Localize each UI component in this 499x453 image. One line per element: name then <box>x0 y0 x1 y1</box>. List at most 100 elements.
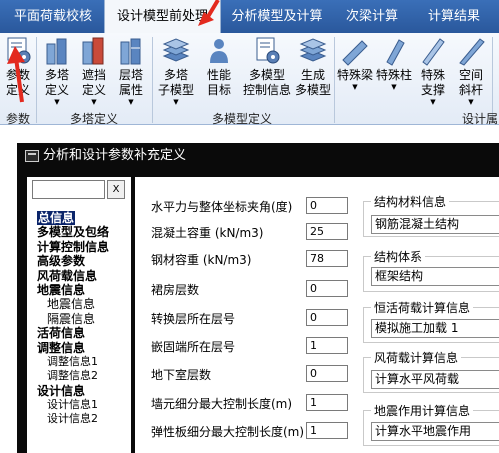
shelter-define-button[interactable]: 遮挡 定义 ▼ <box>77 36 111 106</box>
tab-design-model-preprocess[interactable]: 设计模型前处理 <box>104 0 221 33</box>
param-label: 水平力与整体坐标夹角(度) <box>151 200 293 214</box>
special-brace-button[interactable]: 特殊 支撑 ▼ <box>416 36 450 106</box>
floor-attr-icon <box>116 36 146 66</box>
chevron-down-icon: ▼ <box>352 83 358 91</box>
transfer-floor-input[interactable]: 0 <box>306 309 348 326</box>
embedded-end-floor-input[interactable]: 1 <box>306 337 348 354</box>
group-label-multimodel: 多模型定义 <box>212 112 273 126</box>
beam-icon <box>340 36 370 66</box>
chevron-down-icon: ▼ <box>54 98 60 106</box>
structure-system-select[interactable]: 框架结构 <box>371 267 499 286</box>
wind-load-calc-select[interactable]: 计算水平风荷载 <box>371 370 499 389</box>
param-label: 裙房层数 <box>151 283 200 297</box>
brace-icon <box>418 36 448 66</box>
tree-item-isolation-info[interactable]: 隔震信息 <box>27 312 131 326</box>
param-define-button[interactable]: 参数 定义 <box>2 36 34 106</box>
tree-item-adjustment-2[interactable]: 调整信息2 <box>27 369 131 383</box>
multimodel-control-label: 多模型 控制信息 <box>242 68 291 97</box>
person-icon <box>204 36 234 66</box>
group-label-design-attr: 设计​属 <box>462 112 499 126</box>
category-tree-pane: X 总信息 多模型及包络 计算控制信息 高级参数 风荷载信息 地震信息 地震信息… <box>27 177 131 453</box>
tree-item-design-1[interactable]: 设计信息1 <box>27 398 131 412</box>
horizontal-force-angle-input[interactable]: 0 <box>306 197 348 214</box>
special-beam-button[interactable]: 特殊梁 ▼ <box>336 36 374 106</box>
general-info-panel: 水平力与整体坐标夹角(度) 0 混凝土容重 (kN/m3) 25 钢材容重 (k… <box>135 177 499 453</box>
group-label-params: 参数 <box>6 112 31 126</box>
ribbon-separator <box>36 37 37 123</box>
param-label: 转换层所在层号 <box>151 312 236 326</box>
param-label: 墙元细分最大控制长度(m) <box>151 397 293 411</box>
gen-multimodel-button[interactable]: 生成 多模型 <box>295 36 331 106</box>
special-brace-label: 特殊 支撑 <box>420 68 445 97</box>
tree-item-advanced-params[interactable]: 高级参数 <box>27 254 131 268</box>
tab-plane-load-check[interactable]: 平面荷载校核 <box>2 0 104 33</box>
tab-analysis-model-calc[interactable]: 分析模型及计算 <box>222 0 332 33</box>
multitower-icon <box>42 36 72 66</box>
tree-item-multimodel-envelope[interactable]: 多模型及包络 <box>27 225 131 239</box>
special-column-button[interactable]: 特殊柱 ▼ <box>375 36 413 106</box>
param-label: 地下室层数 <box>151 368 212 382</box>
stack-layers-icon <box>298 36 328 66</box>
perf-target-label: 性能 目标 <box>206 68 231 97</box>
floor-attr-button[interactable]: 层塔 属性 ▼ <box>114 36 148 106</box>
tree-item-seismic[interactable]: 地震信息 <box>27 283 131 297</box>
chevron-down-icon: ▼ <box>173 98 179 106</box>
special-column-label: 特殊柱 <box>375 68 412 82</box>
ribbon-tab-bar: 平面荷载校核 设计模型前处理 分析模型及计算 次梁计算 计算结果 <box>0 0 499 33</box>
ribbon-separator <box>152 37 153 123</box>
tree-item-live-load[interactable]: 活荷信息 <box>27 326 131 340</box>
document-gear-icon <box>252 36 282 66</box>
slab-mesh-max-length-input[interactable]: 1 <box>306 422 348 439</box>
column-icon <box>379 36 409 66</box>
podium-floors-input[interactable]: 0 <box>306 280 348 297</box>
tree-item-general-info[interactable]: 总信息 <box>27 211 131 225</box>
ribbon-separator <box>334 37 335 123</box>
tree-item-design[interactable]: 设计信息 <box>27 384 131 398</box>
wind-load-calc-legend: 风荷载计算信息 <box>371 349 462 366</box>
analysis-design-params-dialog: 分析和设计参数补充定义 X 总信息 多模型及包络 计算控制信息 高级参数 风荷载… <box>17 143 499 453</box>
tree-item-design-2[interactable]: 设计信息2 <box>27 412 131 426</box>
space-diagonal-button[interactable]: 空间 斜杆 ▼ <box>454 36 488 106</box>
tree-item-adjustment-1[interactable]: 调整信息1 <box>27 355 131 369</box>
param-label: 嵌固端所在层号 <box>151 340 236 354</box>
chevron-down-icon: ▼ <box>128 98 134 106</box>
structure-material-select[interactable]: 钢筋混凝土结构 <box>371 215 499 234</box>
multitower-submodel-label: 多塔 子模型 <box>157 68 194 97</box>
structure-material-legend: 结构材料信息 <box>371 193 450 210</box>
steel-unit-weight-input[interactable]: 78 <box>306 250 348 267</box>
gen-multimodel-label: 生成 多模型 <box>295 68 332 97</box>
group-label-multitower: 多塔定义 <box>70 112 119 126</box>
param-settings-icon <box>3 36 33 66</box>
chevron-down-icon: ▼ <box>391 83 397 91</box>
floor-attr-label: 层塔 属性 <box>118 68 143 97</box>
chevron-down-icon: ▼ <box>91 98 97 106</box>
tree-item-adjustment[interactable]: 调整信息 <box>27 341 131 355</box>
basement-floors-input[interactable]: 0 <box>306 365 348 382</box>
space-diagonal-label: 空间 斜杆 <box>458 68 483 97</box>
structure-system-legend: 结构体系 <box>371 248 426 265</box>
tree-item-seismic-info[interactable]: 地震信息 <box>27 297 131 311</box>
perf-target-button[interactable]: 性能 目标 <box>200 36 238 106</box>
shelter-define-label: 遮挡 定义 <box>81 68 106 97</box>
clear-search-button[interactable]: X <box>107 180 125 199</box>
stack-layers-icon <box>161 36 191 66</box>
seismic-calc-select[interactable]: 计算水平地震作用 <box>371 422 499 441</box>
param-define-label: 参数 定义 <box>5 68 30 97</box>
construction-load-select[interactable]: 模拟施工加载 1 <box>371 319 499 338</box>
param-label: 弹性板细分最大控制长度(m) <box>151 425 305 439</box>
chevron-down-icon: ▼ <box>430 98 436 106</box>
concrete-unit-weight-input[interactable]: 25 <box>306 223 348 240</box>
tree-search-input[interactable] <box>32 180 105 199</box>
tree-item-wind-load[interactable]: 风荷载信息 <box>27 269 131 283</box>
chevron-down-icon: ▼ <box>468 98 474 106</box>
multimodel-control-button[interactable]: 多模型 控制信息 <box>240 36 294 106</box>
multitower-submodel-button[interactable]: 多塔 子模型 ▼ <box>156 36 196 106</box>
category-tree: 总信息 多模型及包络 计算控制信息 高级参数 风荷载信息 地震信息 地震信息 隔… <box>27 211 131 427</box>
tree-item-calc-control[interactable]: 计算控制信息 <box>27 240 131 254</box>
seismic-calc-legend: 地震作用计算信息 <box>371 402 474 419</box>
tab-secondary-beam-calc[interactable]: 次梁计算 <box>334 0 410 33</box>
multitower-define-button[interactable]: 多塔 定义 ▼ <box>40 36 74 106</box>
dialog-title: 分析和设计参数补充定义 <box>43 148 187 163</box>
tab-calc-results[interactable]: 计算结果 <box>412 0 496 33</box>
wall-mesh-max-length-input[interactable]: 1 <box>306 394 348 411</box>
